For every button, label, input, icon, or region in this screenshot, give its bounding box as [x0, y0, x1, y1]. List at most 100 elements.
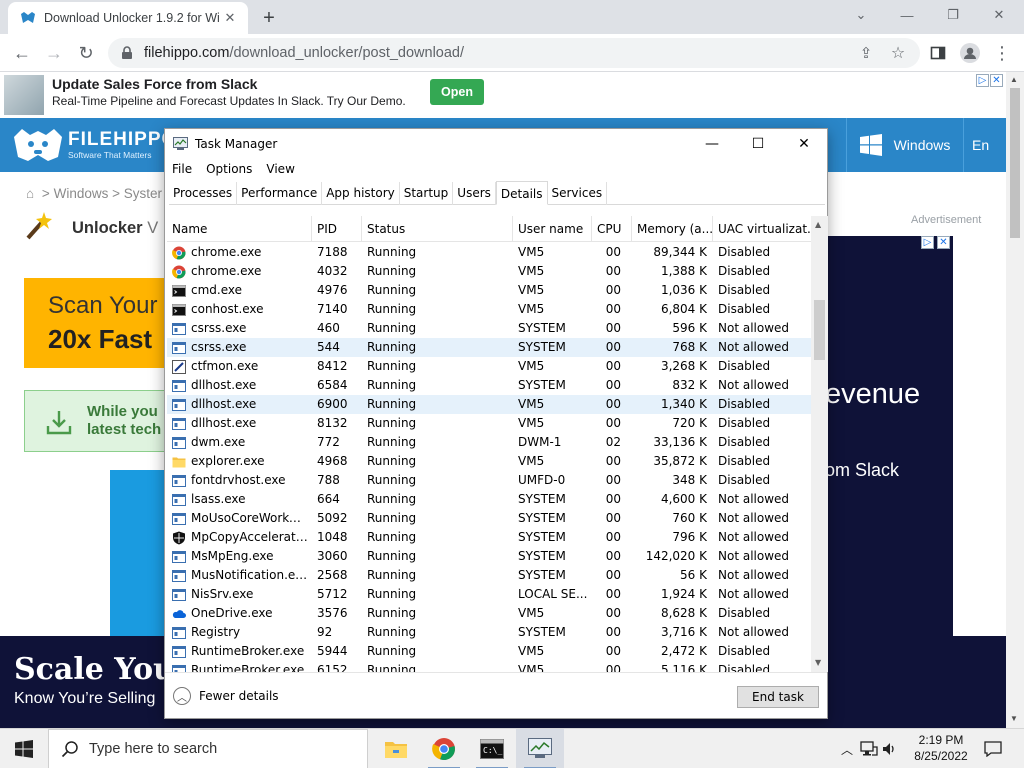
brand-name[interactable]: FILEHIPPO [68, 129, 177, 151]
start-button[interactable] [0, 729, 48, 768]
page-scrollbar[interactable]: ▲ ▼ [1006, 72, 1024, 728]
table-row[interactable]: NisSrv.exe 5712 Running LOCAL SE... 00 1,924 … [167, 585, 811, 604]
ad-close-icon[interactable]: ✕ [990, 74, 1003, 87]
address-bar[interactable]: filehippo.com/download_unlocker/post_dow… [108, 38, 920, 68]
tm-scrollbar-thumb[interactable] [814, 300, 825, 360]
table-row[interactable]: dllhost.exe 8132 Running VM5 00 720 K Disabled [167, 414, 811, 433]
table-row[interactable]: lsass.exe 664 Running SYSTEM 00 4,600 K Not al… [167, 490, 811, 509]
table-row[interactable]: dllhost.exe 6584 Running SYSTEM 00 832 K Not a… [167, 376, 811, 395]
table-row[interactable]: csrss.exe 460 Running SYSTEM 00 596 K Not allo… [167, 319, 811, 338]
tm-close-icon[interactable]: ✕ [781, 129, 827, 159]
bookmark-star-icon[interactable]: ☆ [884, 39, 912, 67]
fewer-details-link[interactable]: Fewer details [199, 689, 279, 703]
taskbar-chrome[interactable] [420, 729, 468, 768]
tm-scroll-down-icon[interactable]: ▼ [815, 658, 821, 667]
tray-chevron-up-icon[interactable]: ︿ [838, 729, 856, 768]
minimize-icon[interactable]: — [884, 0, 930, 30]
restore-icon[interactable]: ❐ [930, 0, 976, 30]
table-row[interactable]: dwm.exe 772 Running DWM-1 02 33,136 K Disabled [167, 433, 811, 452]
scan-ad[interactable]: Scan Your 20x Fast [24, 278, 174, 368]
process-memory: 1,924 K [660, 587, 707, 601]
tab-users[interactable]: Users [453, 182, 496, 205]
close-window-icon[interactable]: ✕ [976, 0, 1022, 30]
table-row[interactable]: RuntimeBroker.exe 5944 Running VM5 00 2,472 K… [167, 642, 811, 661]
volume-icon[interactable] [880, 729, 898, 768]
taskbar-search-box[interactable]: Type here to search [48, 729, 368, 768]
tab-processes[interactable]: Processes [169, 182, 238, 205]
process-status: Running [367, 321, 417, 335]
taskbar-command-prompt[interactable]: C:\_ [468, 729, 516, 768]
tab-services[interactable]: Services [548, 182, 608, 205]
process-status: Running [367, 644, 417, 658]
process-status: Running [367, 568, 417, 582]
profile-avatar-icon[interactable] [956, 39, 984, 67]
chevron-up-circle-icon[interactable]: ︿ [173, 687, 191, 705]
table-row[interactable]: Registry 92 Running SYSTEM 00 3,716 K Not allo… [167, 623, 811, 642]
taskbar-clock[interactable]: 2:19 PM 8/25/2022 [898, 732, 984, 764]
download-notice[interactable]: While you latest tech [24, 390, 174, 452]
taskbar-task-manager[interactable] [516, 729, 564, 768]
page-scrollbar-thumb[interactable] [1010, 88, 1020, 238]
share-icon[interactable]: ⇪ [852, 39, 880, 67]
notifications-icon[interactable] [982, 729, 1004, 768]
network-icon[interactable] [858, 729, 880, 768]
task-manager-titlebar[interactable]: Task Manager — ☐ ✕ [165, 129, 827, 159]
right-side-ad[interactable]: ▷ ✕ evenue om Slack [825, 236, 953, 636]
tab-performance[interactable]: Performance [237, 182, 323, 205]
nav-language[interactable]: En [972, 118, 1002, 172]
menu-options[interactable]: Options [199, 159, 259, 181]
menu-file[interactable]: File [165, 159, 199, 181]
table-row[interactable]: ctfmon.exe 8412 Running VM5 00 3,268 K Disable… [167, 357, 811, 376]
forward-arrow-icon[interactable]: → [40, 39, 68, 67]
process-name: RuntimeBroker.exe [191, 663, 305, 672]
menu-view[interactable]: View [259, 159, 301, 181]
process-uac: Disabled [718, 454, 771, 468]
breadcrumb-path[interactable]: Windows > Syster [54, 186, 162, 201]
table-row[interactable]: MsMpEng.exe 3060 Running SYSTEM 00 142,020 K N… [167, 547, 811, 566]
table-row[interactable]: chrome.exe 7188 Running VM5 00 89,344 K Disabl… [167, 243, 811, 262]
table-row[interactable]: fontdrvhost.exe 788 Running UMFD-0 00 348 K Di… [167, 471, 811, 490]
process-memory: 1,036 K [660, 283, 707, 297]
home-icon[interactable]: ⌂ [26, 186, 34, 201]
taskbar-file-explorer[interactable] [372, 729, 420, 768]
process-name: cmd.exe [191, 283, 243, 297]
table-row[interactable]: csrss.exe 544 Running SYSTEM 00 768 K Not allo… [167, 338, 811, 357]
table-row[interactable]: dllhost.exe 6900 Running VM5 00 1,340 K Disabl… [167, 395, 811, 414]
back-arrow-icon[interactable]: ← [8, 39, 36, 67]
table-row[interactable]: MoUsoCoreWorker.e... 5092 Running SYSTEM 00 7… [167, 509, 811, 528]
tm-maximize-icon[interactable]: ☐ [735, 129, 781, 159]
table-row[interactable]: conhost.exe 7140 Running VM5 00 6,804 K Disabl… [167, 300, 811, 319]
table-row[interactable]: explorer.exe 4968 Running VM5 00 35,872 K Disa… [167, 452, 811, 471]
right-adchoices-icon[interactable]: ▷ [921, 236, 934, 249]
reload-icon[interactable]: ↻ [72, 39, 100, 67]
adchoices-icon[interactable]: ▷ [976, 74, 989, 87]
end-task-button[interactable]: End task [737, 686, 819, 708]
right-ad-close-icon[interactable]: ✕ [937, 236, 950, 249]
tab-app-history[interactable]: App history [322, 182, 400, 205]
chevron-down-icon[interactable]: ⌄ [838, 0, 884, 30]
side-panel-icon[interactable] [924, 39, 952, 67]
table-row[interactable]: RuntimeBroker.exe 6152 Running VM5 00 5,116 K… [167, 661, 811, 672]
scroll-down-icon[interactable]: ▼ [1010, 714, 1018, 723]
table-row[interactable]: MusNotification.exe 2568 Running SYSTEM 00 56… [167, 566, 811, 585]
table-row[interactable]: MpCopyAccelerator.... 1048 Running SYSTEM 00… [167, 528, 811, 547]
top-ad-banner[interactable]: Update Sales Force from Slack Real-Time … [0, 72, 1006, 118]
ad-open-button[interactable]: Open [430, 79, 484, 105]
tab-startup[interactable]: Startup [400, 182, 454, 205]
kebab-menu-icon[interactable]: ⋮ [988, 39, 1016, 67]
tm-scroll-up-icon[interactable]: ▲ [815, 220, 821, 229]
browser-tab[interactable]: Download Unlocker 1.9.2 for Wi ✕ [8, 2, 248, 34]
nav-windows[interactable]: Windows [846, 118, 964, 172]
table-row[interactable]: OneDrive.exe 3576 Running VM5 00 8,628 K Disab… [167, 604, 811, 623]
new-tab-button[interactable]: + [256, 5, 282, 31]
table-row[interactable]: cmd.exe 4976 Running VM5 00 1,036 K Disabled [167, 281, 811, 300]
process-memory: 2,472 K [660, 644, 707, 658]
tab-close-icon[interactable]: ✕ [220, 8, 240, 28]
tm-footer: ︿ Fewer details End task [165, 672, 827, 718]
table-row[interactable]: chrome.exe 4032 Running VM5 00 1,388 K Disable… [167, 262, 811, 281]
tm-scrollbar[interactable]: ▲ ▼ [811, 216, 828, 672]
ad-thumbnail [4, 75, 44, 115]
scroll-up-icon[interactable]: ▲ [1010, 75, 1018, 84]
tab-details[interactable]: Details [495, 181, 548, 205]
tm-minimize-icon[interactable]: — [689, 129, 735, 159]
